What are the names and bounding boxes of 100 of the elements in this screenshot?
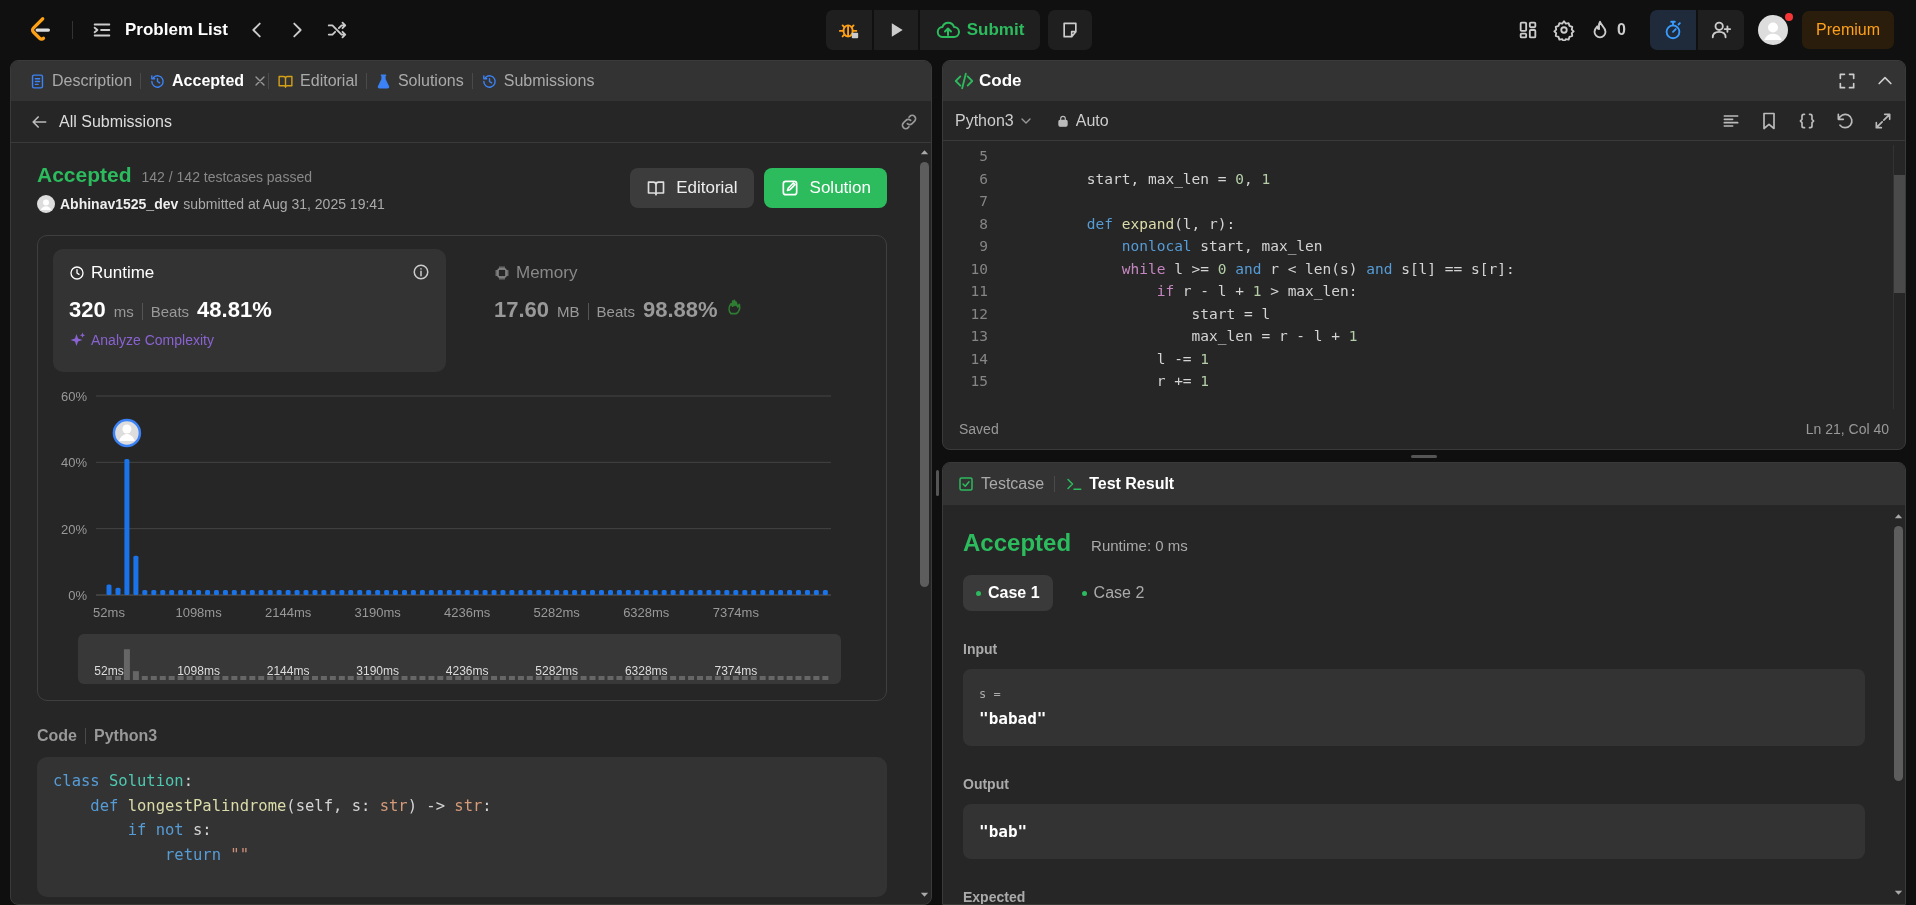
add-user-icon bbox=[1710, 19, 1732, 41]
panel-tab[interactable]: Accepted bbox=[141, 61, 253, 101]
scrollbar-thumb[interactable] bbox=[919, 162, 929, 587]
resize-handle[interactable] bbox=[1411, 454, 1437, 458]
panel-tab[interactable]: Editorial bbox=[269, 61, 366, 101]
beats-label: Beats bbox=[141, 303, 190, 320]
avatar-icon[interactable] bbox=[1758, 15, 1788, 45]
navigator-bar bbox=[508, 676, 515, 680]
line-number: 10 bbox=[969, 259, 988, 279]
chart-bar bbox=[778, 590, 784, 595]
navigator-bar bbox=[580, 676, 587, 680]
resize-handle[interactable] bbox=[935, 469, 939, 496]
chart-bar bbox=[688, 590, 694, 595]
stat-title: Runtime bbox=[91, 263, 155, 283]
submit-button[interactable]: Submit bbox=[919, 10, 1041, 50]
stat-card[interactable]: Runtime 320 ms Beats 48.81% Analyze Complexity bbox=[53, 249, 446, 372]
line-number: 11 bbox=[969, 282, 988, 301]
scrollbar-thumb[interactable] bbox=[1893, 526, 1903, 781]
submission-status: Accepted bbox=[37, 163, 132, 187]
chart-bar bbox=[795, 590, 801, 595]
problem-list-link[interactable]: Problem List bbox=[125, 20, 228, 40]
axis-label: 3190ms bbox=[356, 664, 399, 678]
panel-tab[interactable]: Submissions bbox=[472, 61, 603, 101]
invite-button[interactable] bbox=[1698, 10, 1744, 50]
navigator-bar bbox=[714, 676, 721, 680]
code-line: return "" bbox=[163, 844, 250, 866]
navigator-bar bbox=[106, 676, 112, 680]
chart-bar bbox=[679, 590, 685, 595]
maximize-icon[interactable] bbox=[1873, 110, 1893, 131]
chart-bar bbox=[751, 590, 757, 595]
cursor-position: Ln 21, Col 40 bbox=[1805, 421, 1889, 437]
axis-label: 2144ms bbox=[266, 664, 310, 678]
chart-bar bbox=[160, 590, 166, 595]
section-label: Input bbox=[963, 641, 999, 657]
navigator-bar bbox=[464, 676, 471, 680]
navigator-bar bbox=[132, 671, 139, 680]
panel-tab[interactable]: Testcase bbox=[951, 464, 1051, 504]
doc-icon bbox=[29, 72, 46, 90]
chart-bar bbox=[518, 590, 524, 595]
parameter-name: s = bbox=[979, 687, 1002, 701]
navigator-bar bbox=[249, 676, 256, 680]
navigator-bar bbox=[383, 676, 390, 680]
line-number: 5 bbox=[978, 147, 988, 166]
timer-button[interactable] bbox=[1650, 10, 1696, 50]
chart-bar bbox=[222, 590, 228, 595]
all-submissions-link[interactable]: All Submissions bbox=[23, 110, 178, 133]
navigator-bar bbox=[732, 676, 739, 680]
editorial-button[interactable]: Editorial bbox=[630, 168, 754, 208]
chart-bar bbox=[205, 590, 211, 595]
settings-icon[interactable] bbox=[1553, 19, 1576, 41]
stat-unit: MB bbox=[557, 303, 580, 320]
chart-bar bbox=[178, 590, 184, 595]
navigator-bar bbox=[392, 676, 399, 680]
code-line: def longestPalindrome(self, s: str) -> str: bbox=[89, 795, 493, 817]
chart-bar bbox=[670, 590, 676, 595]
save-status: Saved bbox=[959, 421, 999, 437]
stat-tab[interactable]: Memory 17.60 MB Beats 98.88% bbox=[478, 249, 871, 372]
chart-bar bbox=[294, 590, 300, 595]
panel-tab[interactable]: Description bbox=[21, 61, 141, 101]
navigator-bar bbox=[786, 676, 793, 680]
axis-label: 60% bbox=[60, 389, 87, 404]
code-line: start = l bbox=[1190, 304, 1272, 324]
chart-bar bbox=[249, 590, 255, 595]
case-tab[interactable]: Case 1 bbox=[963, 575, 1053, 611]
chart-bar bbox=[348, 590, 354, 595]
debug-button[interactable] bbox=[825, 10, 872, 50]
navigator-bar bbox=[535, 676, 542, 680]
chart-bar bbox=[554, 590, 560, 595]
fullscreen-icon[interactable] bbox=[1837, 71, 1857, 91]
chart-bar bbox=[419, 590, 425, 595]
lock-icon bbox=[1055, 113, 1070, 128]
axis-label: 0% bbox=[68, 588, 87, 603]
runtime-label: Runtime: 0 ms bbox=[1091, 537, 1188, 554]
streak-counter[interactable]: 0 bbox=[1589, 19, 1626, 41]
chart-bar bbox=[634, 590, 640, 595]
range-navigator[interactable]: 52ms 1098ms 2144ms 3190ms 4236ms 5282ms 6328ms 7374ms bbox=[78, 634, 841, 684]
run-button[interactable] bbox=[873, 10, 918, 50]
code-label: Code bbox=[37, 727, 77, 745]
code-line: if r - l + 1 > max_len: bbox=[1155, 282, 1359, 302]
chart-bar bbox=[742, 590, 748, 595]
chart-bar bbox=[106, 584, 112, 595]
panel-tab[interactable]: Solutions bbox=[366, 61, 472, 101]
axis-label: 5282ms bbox=[535, 664, 579, 678]
navigator-bar bbox=[294, 676, 301, 680]
code-line: def expand(l, r): bbox=[1085, 214, 1237, 234]
shuffle-icon[interactable] bbox=[325, 19, 348, 41]
note-button[interactable] bbox=[1048, 10, 1093, 50]
username-link[interactable]: Abhinav1525_dev bbox=[60, 196, 179, 212]
reset-icon[interactable] bbox=[1835, 110, 1855, 131]
scrollbar[interactable] bbox=[1893, 145, 1905, 409]
code-line: start, max_len = 0, 1 bbox=[1085, 169, 1272, 190]
scrollbar-thumb[interactable] bbox=[1894, 175, 1905, 293]
line-number: 9 bbox=[978, 237, 988, 256]
panel-tab[interactable]: Test Result bbox=[1059, 464, 1181, 504]
language-dropdown[interactable]: Python3 bbox=[955, 111, 1034, 130]
chart-bar bbox=[303, 590, 309, 595]
stat-unit: ms bbox=[113, 303, 134, 320]
case-tab[interactable]: Case 2 bbox=[1068, 575, 1158, 611]
premium-button[interactable]: Premium bbox=[1802, 11, 1894, 49]
info-icon[interactable] bbox=[412, 263, 430, 281]
